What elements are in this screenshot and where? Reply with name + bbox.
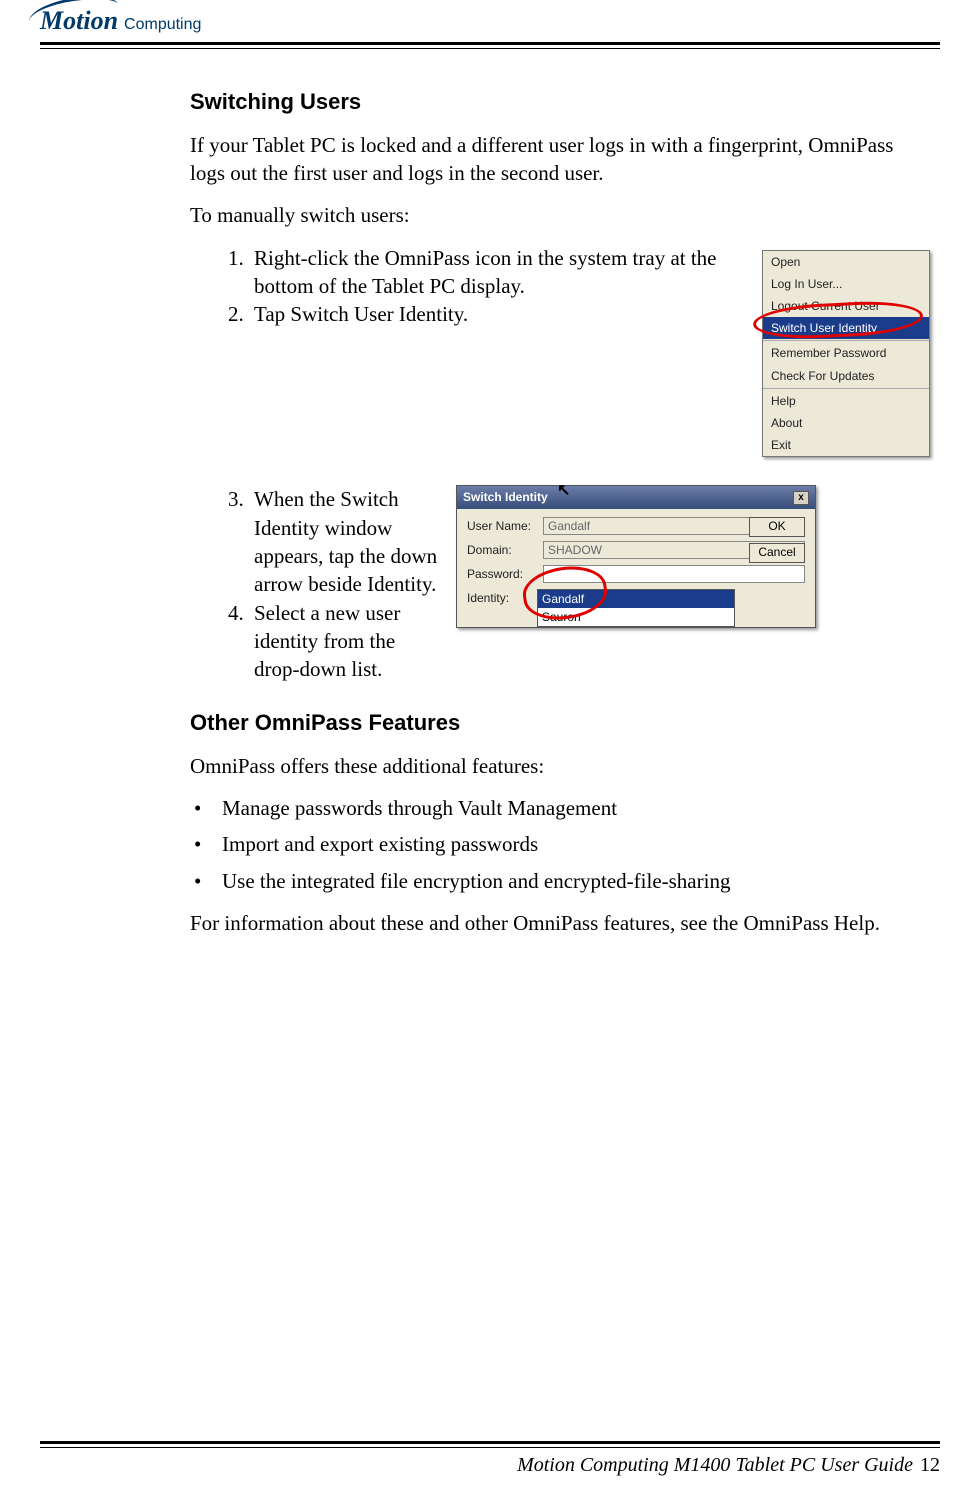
features-intro: OmniPass offers these additional feature… [190, 752, 930, 780]
intro-paragraph: If your Tablet PC is locked and a differ… [190, 131, 930, 188]
footer-text: Motion Computing M1400 Tablet PC User Gu… [40, 1454, 940, 1477]
menu-item-open[interactable]: Open [763, 251, 929, 273]
dropdown-option[interactable]: Gandalf [538, 590, 734, 608]
step-text: Select a new user iden­tity from the dro… [254, 599, 440, 684]
steps-list-1: 1. Right-click the OmniPass icon in the … [190, 244, 744, 329]
identity-label: Identity: [467, 590, 537, 606]
password-field[interactable] [543, 565, 805, 583]
cursor-icon: ↖ [557, 480, 570, 502]
lead-in-paragraph: To manually switch users: [190, 201, 930, 229]
cancel-button[interactable]: Cancel [749, 543, 805, 563]
switch-identity-dialog-figure: Switch Identity ↖ x OK Cancel User Name:… [456, 485, 816, 627]
menu-separator [763, 340, 929, 341]
step-4: 4. Select a new user iden­tity from the … [228, 599, 440, 684]
closing-paragraph: For information about these and other Om… [190, 909, 930, 937]
dialog-close-button[interactable]: x [793, 491, 809, 505]
step-text: Right-click the OmniPass icon in the sys… [254, 244, 744, 301]
brand-logo: Motion Computing [40, 0, 940, 40]
ok-button[interactable]: OK [749, 517, 805, 537]
header-rule-thin [40, 48, 940, 49]
menu-item-remember-password[interactable]: Remember Password [763, 342, 929, 364]
bullet-item: •Manage passwords through Vault Manageme… [194, 794, 930, 822]
context-menu-figure: Open Log In User... Logout Current User … [762, 250, 930, 458]
features-bullets: •Manage passwords through Vault Manageme… [190, 794, 930, 895]
password-label: Password: [467, 566, 537, 582]
step-number: 4. [228, 599, 254, 684]
step-text: When the Switch Iden­tity window appears… [254, 485, 440, 598]
menu-item-check-updates[interactable]: Check For Updates [763, 365, 929, 387]
dialog-title-text: Switch Identity [463, 489, 548, 505]
dialog-buttons: OK Cancel [749, 517, 805, 563]
bullet-icon: • [194, 794, 222, 822]
footer-title: Motion Computing M1400 Tablet PC User Gu… [517, 1454, 913, 1476]
footer-page-number: 12 [920, 1454, 940, 1476]
username-label: User Name: [467, 518, 537, 534]
password-row: Password: [467, 565, 805, 583]
bullet-icon: • [194, 867, 222, 895]
header-rule-thick [40, 42, 940, 45]
domain-label: Domain: [467, 542, 537, 558]
footer-rule-thin [40, 1447, 940, 1448]
step-1: 1. Right-click the OmniPass icon in the … [228, 244, 744, 301]
bullet-text: Import and export existing passwords [222, 830, 538, 858]
step-3: 3. When the Switch Iden­tity window appe… [228, 485, 440, 598]
dialog-body: OK Cancel User Name: Domain: Password: I… [457, 509, 815, 627]
bullet-text: Use the integrated file encryption and e… [222, 867, 730, 895]
menu-item-help[interactable]: Help [763, 390, 929, 412]
bullet-item: •Import and export existing passwords [194, 830, 930, 858]
page-footer: Motion Computing M1400 Tablet PC User Gu… [40, 1439, 940, 1477]
step-2: 2. Tap Switch User Identity. [228, 300, 744, 328]
logo-sub-text: Computing [124, 16, 201, 34]
menu-item-switch-user-identity[interactable]: Switch User Identity [763, 317, 929, 339]
logo-motion: Motion [40, 6, 118, 36]
step-number: 1. [228, 244, 254, 301]
menu-item-login-user[interactable]: Log In User... [763, 273, 929, 295]
footer-rule-thick [40, 1441, 940, 1444]
menu-item-logout-user[interactable]: Logout Current User [763, 295, 929, 317]
step-number: 3. [228, 485, 254, 598]
menu-item-exit[interactable]: Exit [763, 434, 929, 456]
step-number: 2. [228, 300, 254, 328]
bullet-item: •Use the integrated file encryption and … [194, 867, 930, 895]
menu-item-label: Switch User Identity [771, 321, 877, 335]
step-text: Tap Switch User Identity. [254, 300, 744, 328]
steps-block-1: 1. Right-click the OmniPass icon in the … [190, 244, 930, 458]
dialog-titlebar[interactable]: Switch Identity ↖ x [457, 486, 815, 508]
steps-block-2: 3. When the Switch Iden­tity window appe… [190, 485, 930, 683]
heading-other-features: Other OmniPass Features [190, 708, 930, 738]
bullet-icon: • [194, 830, 222, 858]
dropdown-option[interactable]: Sauron [538, 608, 734, 626]
menu-separator [763, 388, 929, 389]
identity-dropdown-list: Gandalf Sauron [537, 589, 735, 627]
bullet-text: Manage passwords through Vault Managemen… [222, 794, 617, 822]
page-content: Switching Users If your Tablet PC is loc… [190, 87, 930, 937]
menu-item-about[interactable]: About [763, 412, 929, 434]
heading-switching-users: Switching Users [190, 87, 930, 117]
steps-list-2: 3. When the Switch Iden­tity window appe… [190, 485, 440, 683]
